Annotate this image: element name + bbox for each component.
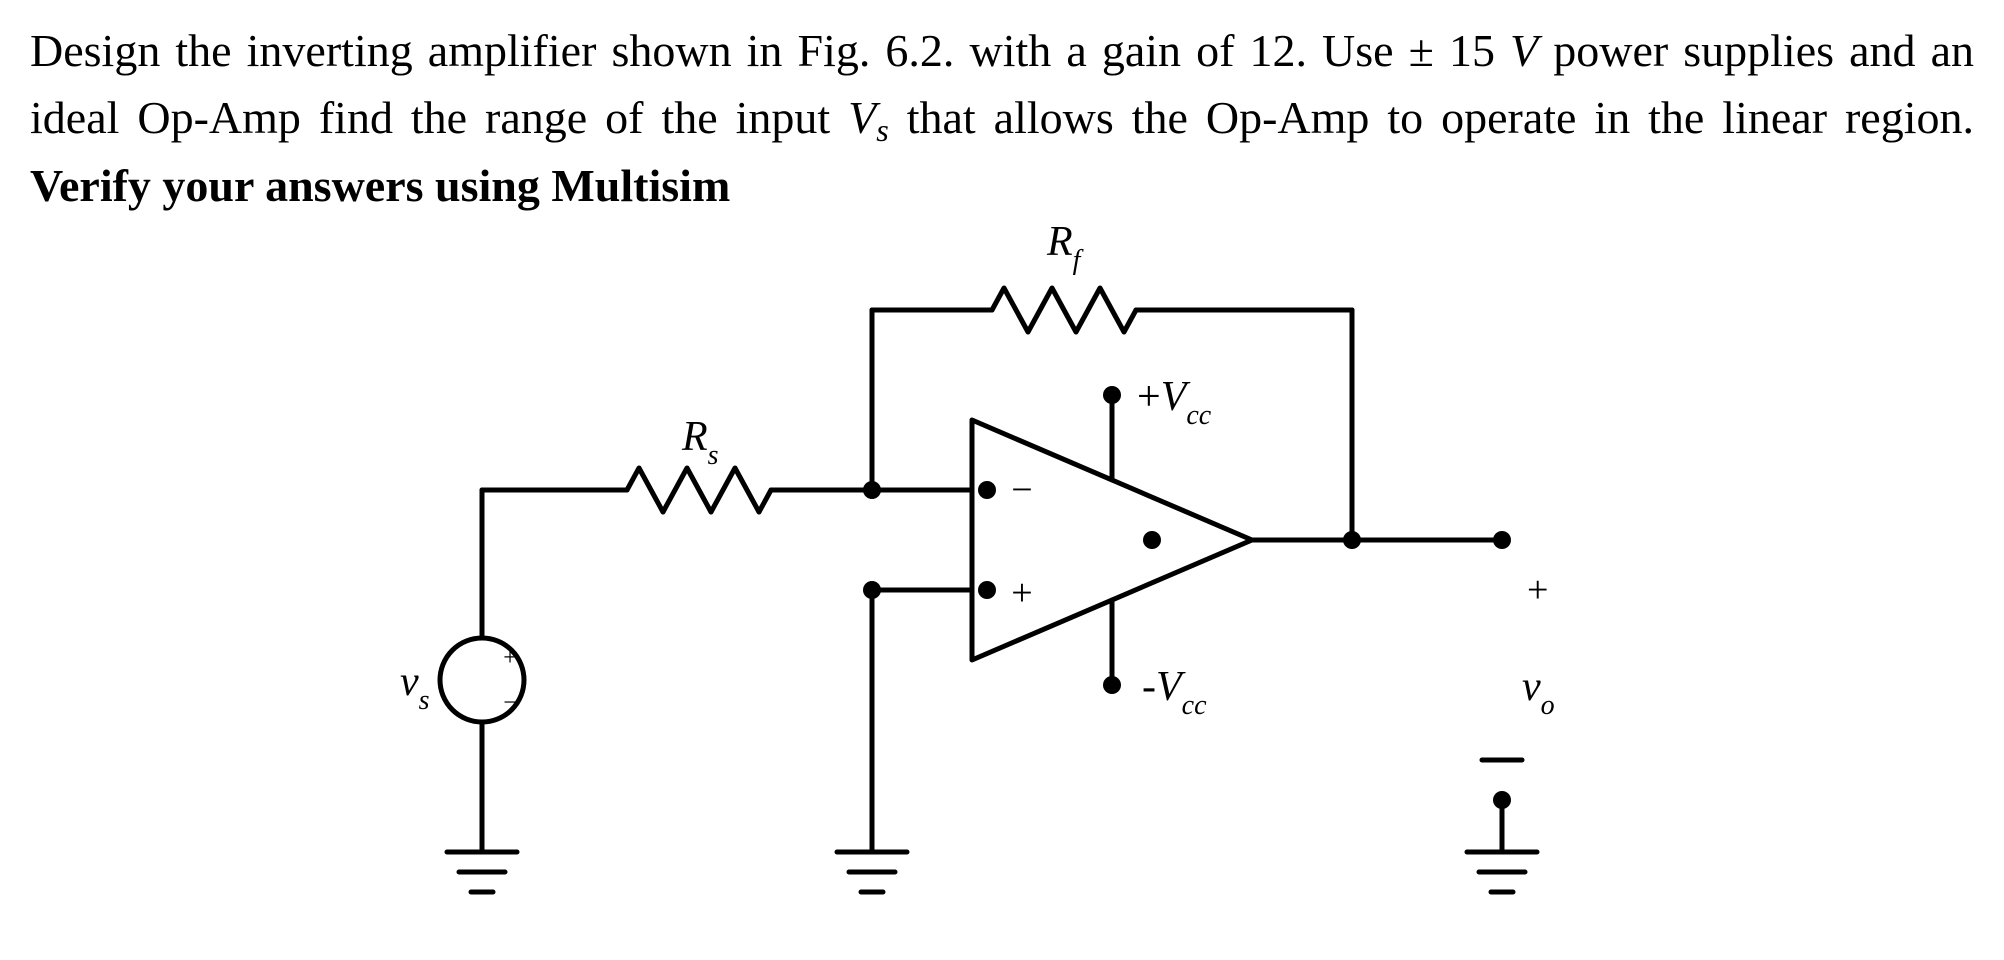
source-plus: + [503,645,517,671]
ground-icon [1467,852,1537,892]
label-vo: vo [1522,664,1555,721]
text-part-3: that allows the Op-Amp to operate in the… [889,92,1974,143]
vo-plus: + [1527,569,1548,611]
node-dot [978,581,996,599]
text-part-1: Design the inverting amplifier shown in … [30,25,1510,76]
node-dot [1103,676,1121,694]
opamp-plus: + [1011,572,1032,614]
label-plus-vcc: +Vcc [1137,374,1212,431]
label-rs: Rs [681,414,719,471]
circuit-diagram: Rf Rs +Vcc -Vcc − + vs + − + vo [30,220,1974,960]
source-minus: − [503,690,517,716]
circuit-svg: Rf Rs +Vcc -Vcc − + vs + − + vo [352,220,1652,960]
problem-statement: Design the inverting amplifier shown in … [30,18,1974,220]
vs-subscript: s [876,112,889,148]
node-dot [1343,531,1361,549]
node-dot [978,481,996,499]
resistor-rf-icon [992,288,1136,332]
ground-icon [837,852,907,892]
label-vs: vs [400,659,430,716]
text-bold: Verify your answers using Multisim [30,160,730,211]
opamp-minus: − [1011,469,1032,511]
label-rf: Rf [1046,220,1084,276]
ground-icon [447,852,517,892]
vs-symbol: V [848,92,876,143]
unit-volt: V [1510,25,1538,76]
node-dot [1493,531,1511,549]
node-dot [1143,531,1161,549]
node-dot [1103,386,1121,404]
label-minus-vcc: -Vcc [1142,664,1207,721]
resistor-rs-icon [627,468,771,512]
